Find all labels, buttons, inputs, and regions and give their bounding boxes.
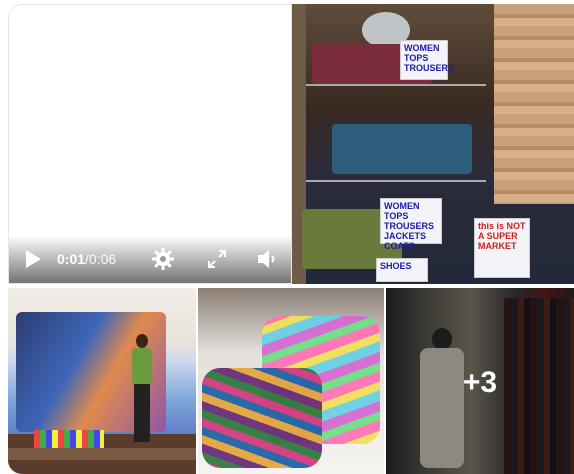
play-icon[interactable] bbox=[23, 249, 43, 269]
expand-icon[interactable] bbox=[205, 247, 229, 271]
scarves-photo[interactable] bbox=[198, 288, 384, 474]
store-photo[interactable]: WOMEN TOPS TROUSERS WOMEN TOPS TROUSERS … bbox=[292, 4, 574, 284]
store-sign: SHOES bbox=[376, 258, 428, 282]
media-grid: 0:01 / 0:06 WOMEN TOPS TROUSERS WOMEN TO… bbox=[0, 0, 574, 474]
shop-photo[interactable]: +3 bbox=[386, 288, 574, 474]
video-controls-bar bbox=[9, 235, 291, 283]
paint-table bbox=[8, 448, 196, 460]
current-time: 0:01 bbox=[57, 251, 86, 267]
store-sign: WOMEN TOPS TROUSERS bbox=[400, 40, 454, 80]
video-time: 0:01 / 0:06 bbox=[57, 251, 116, 267]
volume-icon[interactable] bbox=[255, 247, 281, 271]
spray-cans bbox=[34, 430, 104, 448]
painter-figure bbox=[130, 334, 154, 444]
video-player[interactable]: 0:01 / 0:06 bbox=[8, 4, 292, 284]
store-sign: WOMEN TOPS TROUSERS JACKETS COATS bbox=[380, 198, 442, 251]
gear-icon[interactable] bbox=[151, 247, 175, 271]
scarf-bundle bbox=[202, 368, 322, 468]
shoe-shelves bbox=[494, 4, 574, 204]
clothes-rail bbox=[306, 180, 486, 182]
duration: 0:06 bbox=[88, 251, 117, 267]
store-sign: this is NOT A SUPER MARKET bbox=[474, 218, 530, 278]
clothes-rail bbox=[306, 84, 486, 86]
hanging-clothes bbox=[332, 124, 472, 174]
more-count-label[interactable]: +3 bbox=[386, 366, 574, 400]
mural-photo[interactable] bbox=[8, 288, 196, 474]
